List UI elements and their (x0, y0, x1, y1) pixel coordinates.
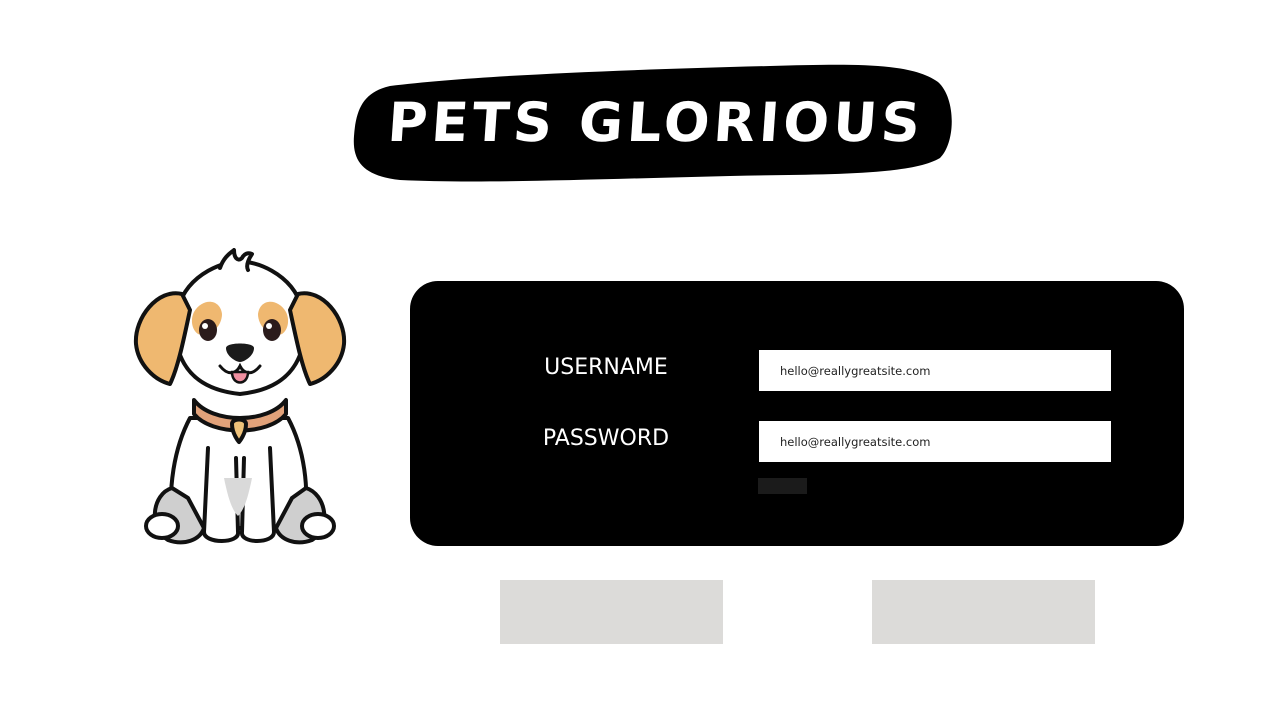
puppy-icon (133, 248, 347, 545)
username-input[interactable] (759, 350, 1111, 391)
password-input[interactable] (759, 421, 1111, 462)
right-action-button[interactable] (872, 580, 1095, 644)
left-action-button[interactable] (500, 580, 723, 644)
login-panel: USERNAME PASSWORD (410, 281, 1184, 546)
login-page: PETS GLORIOUS USERNAME hello@reallygreat… (0, 0, 1280, 720)
brand-title: PETS GLORIOUS (385, 90, 927, 154)
small-dark-button[interactable] (758, 478, 807, 494)
password-label: PASSWORD (542, 426, 670, 451)
username-label: USERNAME (544, 355, 668, 380)
brand-banner: PETS GLORIOUS (350, 58, 954, 186)
